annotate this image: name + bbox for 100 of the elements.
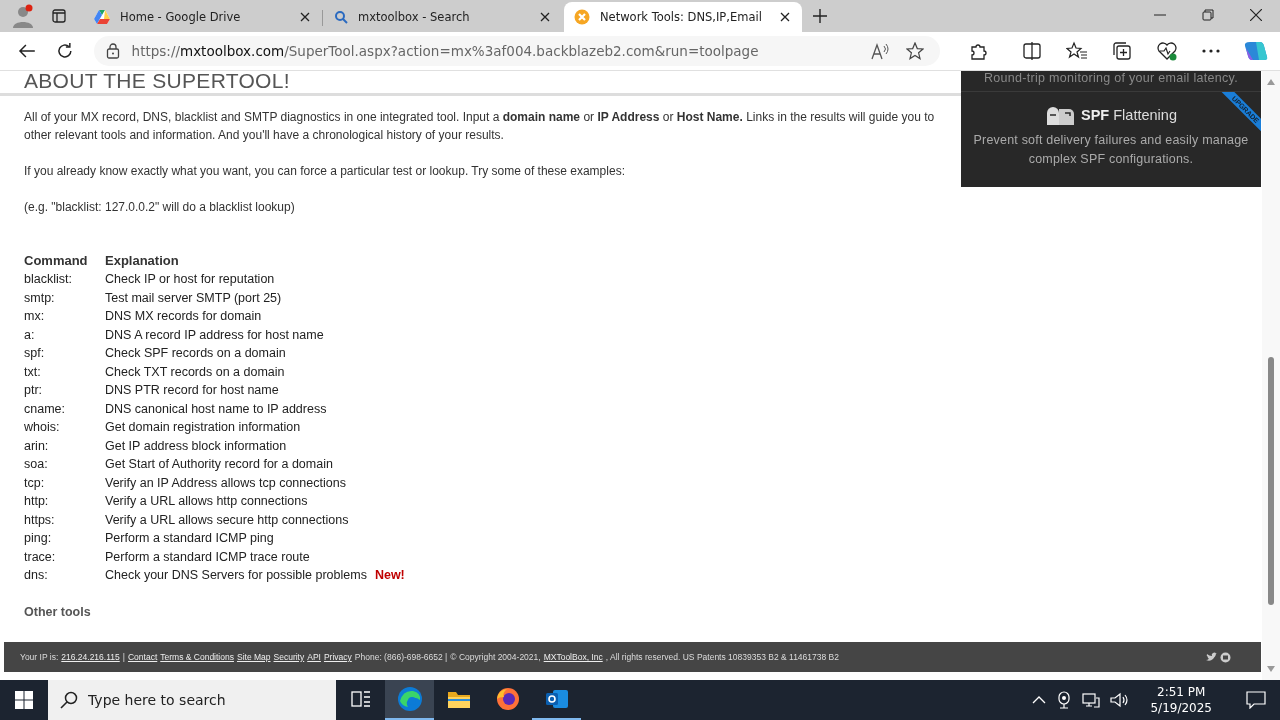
table-cell: txt:: [24, 364, 41, 379]
scroll-up-icon[interactable]: [1266, 78, 1276, 86]
search-icon: [60, 691, 78, 709]
footer-link[interactable]: Contact: [127, 652, 158, 662]
table-cell: Get IP address block information: [105, 438, 287, 453]
clock-time: 2:51 PM: [1157, 684, 1206, 700]
network-icon[interactable]: [1082, 692, 1101, 708]
table-cell: cname:: [24, 401, 65, 416]
table-cell: DNS canonical host name to IP address: [105, 401, 327, 416]
x-circle-icon: [574, 9, 590, 25]
more-icon[interactable]: [1202, 49, 1220, 53]
footer-link[interactable]: API: [307, 652, 321, 662]
clock-date: 5/19/2025: [1150, 700, 1212, 716]
table-cell: Verify a URL allows secure http connections: [105, 512, 349, 527]
bird-icon[interactable]: [1206, 651, 1217, 662]
table-cell: a:: [24, 327, 35, 342]
footer-text: Your IP is:: [20, 652, 59, 662]
footer-link[interactable]: 216.24.216.115: [61, 652, 120, 662]
triangle-logo-icon: [94, 9, 110, 25]
footer-link[interactable]: Privacy: [323, 652, 352, 662]
mail-app-icon[interactable]: [544, 688, 569, 710]
table-cell: soa:: [24, 457, 48, 472]
table-cell: http:: [24, 494, 49, 509]
collections-icon[interactable]: [1112, 41, 1132, 61]
browser-tab[interactable]: Network Tools: DNS,IP,Email: [564, 2, 802, 32]
table-cell: Check SPF records on a domain: [105, 346, 286, 361]
column-header: Command: [24, 250, 105, 270]
wave-logo-icon[interactable]: [396, 686, 423, 712]
close-icon[interactable]: [538, 10, 552, 24]
promo-text: Round-trip monitoring of your email latency.: [983, 71, 1239, 85]
chevron-up-icon[interactable]: [1032, 695, 1047, 705]
footer-link[interactable]: MXToolBox, Inc: [543, 652, 603, 662]
table-cell: DNS PTR record for host name: [105, 383, 279, 398]
swirl-logo-icon[interactable]: [1244, 39, 1268, 63]
table-cell: Get domain registration information: [105, 420, 301, 435]
lock-icon: [105, 43, 120, 59]
paragraph: All of your MX record, DNS, blacklist and SMTP diagnostics in one integrated tool. Input a domain name or IP Address or Host Name. Links in the results will guide you to other relevant tools and information. And you'll have a chronological history of your results.: [24, 109, 936, 144]
footer-text: © Copyright 2004-2021,: [450, 652, 541, 662]
task-view-icon[interactable]: [350, 690, 371, 708]
table-cell: Perform a standard ICMP ping: [105, 531, 274, 546]
section-heading: Other tools: [24, 604, 91, 619]
search-icon: [334, 10, 348, 24]
table-cell: ptr:: [24, 383, 43, 398]
speaker-icon[interactable]: [1110, 692, 1131, 708]
puzzle-icon[interactable]: [968, 41, 988, 61]
scrollbar-thumb[interactable]: [1268, 357, 1274, 605]
split-screen-icon[interactable]: [1022, 41, 1042, 61]
heartbeat-icon[interactable]: [1156, 41, 1178, 61]
table-cell: Verify an IP Address allows tcp connections: [105, 475, 346, 490]
footer-text: , All rights reserved. US Patents 10839353 B2 & 11461738 B2: [605, 652, 839, 662]
table-cell: spf:: [24, 346, 45, 361]
promo-title: SPF Flattening: [1081, 107, 1177, 123]
table-cell: whois:: [24, 420, 60, 435]
table-cell: blacklist:: [24, 272, 72, 287]
chat-icon[interactable]: [1220, 651, 1231, 663]
scroll-down-icon[interactable]: [1266, 665, 1276, 673]
table-cell: smtp:: [24, 290, 55, 305]
paragraph: If you already know exactly what you want, you can force a particular test or lookup. Try some of these examples:: [24, 163, 626, 180]
search-field[interactable]: Type here to search: [48, 680, 336, 720]
taskbar-app[interactable]: [385, 680, 434, 720]
close-icon[interactable]: [298, 10, 312, 24]
table-cell: ping:: [24, 531, 52, 546]
table-cell: Check TXT records on a domain: [105, 364, 285, 379]
read-aloud-icon[interactable]: [870, 42, 890, 60]
column-header: Explanation: [105, 251, 180, 270]
section-heading: ABOUT THE SUPERTOOL!: [0, 71, 961, 96]
fox-logo-icon[interactable]: [495, 687, 520, 711]
promo-text: Prevent soft delivery failures and easily manage complex SPF configurations.: [972, 132, 1250, 168]
footer-text: |: [122, 652, 125, 662]
table-cell: Verify a URL allows http connections: [105, 494, 308, 509]
table-cell: dns:: [24, 568, 48, 583]
tab-actions-icon[interactable]: [52, 9, 66, 23]
table-cell: Check your DNS Servers for possible problems: [105, 568, 367, 583]
footer-link[interactable]: Security: [273, 652, 305, 662]
table-cell: Check IP or host for reputation: [105, 272, 275, 287]
favorites-icon[interactable]: [1066, 41, 1088, 61]
star-icon[interactable]: [906, 42, 924, 60]
table-cell: https:: [24, 512, 55, 527]
browser-tab[interactable]: mxtoolbox - Search: [324, 2, 562, 32]
table-cell: tcp:: [24, 475, 45, 490]
table-cell: mx:: [24, 309, 45, 324]
avatar-icon[interactable]: [12, 4, 34, 28]
folder-icon[interactable]: [446, 689, 471, 709]
footer-text: Phone: (866)-698-6652 |: [354, 652, 448, 662]
table-cell: DNS MX records for domain: [105, 309, 262, 324]
footer-link[interactable]: Terms & Conditions: [160, 652, 234, 662]
new-label: New!: [374, 568, 405, 583]
table-cell: DNS A record IP address for host name: [105, 327, 324, 342]
table-cell: Get Start of Authority record for a domain: [105, 457, 333, 472]
table-cell: trace:: [24, 549, 56, 564]
table-cell: Test mail server SMTP (port 25): [105, 290, 282, 305]
close-icon[interactable]: [778, 10, 792, 24]
footer-link[interactable]: Site Map: [236, 652, 271, 662]
new-tab-icon[interactable]: [812, 8, 828, 24]
windows-logo-icon[interactable]: [15, 691, 33, 709]
table-cell: arin:: [24, 438, 49, 453]
meeting-icon[interactable]: [1056, 691, 1073, 709]
mailbox-icon: [1045, 105, 1076, 125]
browser-tab[interactable]: Home - Google Drive: [84, 2, 322, 32]
table-cell: Perform a standard ICMP trace route: [105, 549, 310, 564]
